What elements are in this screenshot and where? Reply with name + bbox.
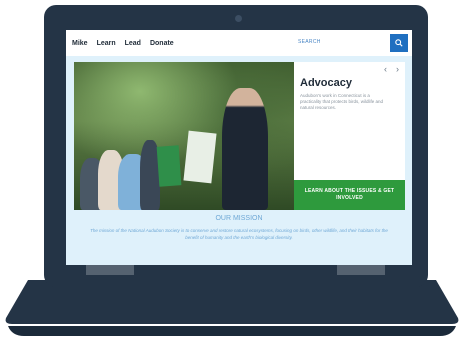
search-input[interactable]: SEARCH: [298, 39, 321, 45]
learn-issues-button[interactable]: LEARN ABOUT THE ISSUES & GET INVOLVED: [294, 180, 405, 210]
campaign-sign: [156, 145, 182, 187]
advocacy-title: Advocacy: [300, 77, 352, 89]
mission-heading: OUR MISSION: [215, 215, 263, 222]
nav-item-mike[interactable]: Mike: [72, 40, 88, 47]
hinge: [86, 265, 134, 275]
webcam: [235, 15, 242, 22]
carousel-prev-button[interactable]: ‹: [384, 64, 387, 74]
mission-text: The mission of the National Audubon Soci…: [90, 228, 388, 240]
search-button[interactable]: [390, 34, 408, 52]
laptop-screen: Mike Learn Lead Donate SEARCH ‹ › Advoca…: [66, 30, 412, 265]
nav-item-donate[interactable]: Donate: [150, 40, 174, 47]
advocacy-panel: ‹ › Advocacy Audubon's work in Connectic…: [294, 62, 405, 180]
hero-photo: [74, 62, 294, 210]
speaker-figure: [222, 88, 268, 210]
nav-item-lead[interactable]: Lead: [125, 40, 141, 47]
nav-item-learn[interactable]: Learn: [97, 40, 116, 47]
campaign-sign: [183, 130, 217, 184]
nav-menu: Mike Learn Lead Donate: [72, 40, 174, 47]
top-navigation: Mike Learn Lead Donate SEARCH: [66, 30, 412, 56]
advocacy-description: Audubon's work in Connecticut is a pract…: [300, 93, 384, 110]
hinge: [337, 265, 385, 275]
search-icon: [395, 39, 403, 47]
carousel-next-button[interactable]: ›: [396, 64, 399, 74]
